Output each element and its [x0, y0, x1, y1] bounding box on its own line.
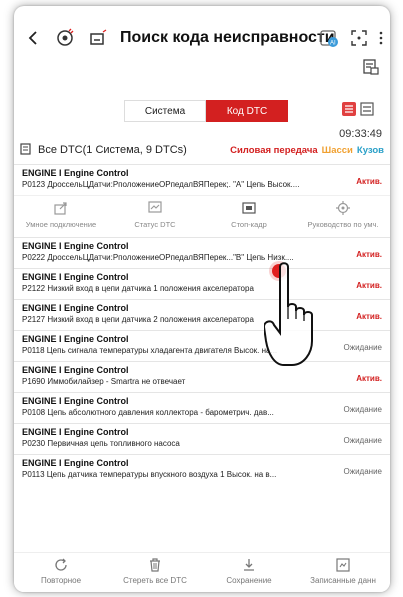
dtc-status: Актив.	[356, 177, 382, 186]
save-button[interactable]: Сохранение	[209, 553, 289, 592]
dtc-status: Ожидание	[343, 405, 383, 414]
clear-dtc-button[interactable]: Стереть все DTC	[115, 553, 195, 592]
category-powertrain[interactable]: Силовая передача	[230, 145, 318, 156]
refresh-icon	[55, 558, 67, 571]
header: Поиск кода неисправности AI	[14, 6, 390, 75]
freeze-frame-button[interactable]: Стоп-кадр	[209, 196, 289, 237]
dtc-count-label: Все DTC(1 Система, 9 DTCs)	[38, 144, 187, 156]
share-icon	[54, 202, 67, 215]
smart-connect-button[interactable]: Умное подключение	[21, 196, 101, 237]
dtc-status: Актив.	[356, 374, 382, 383]
tab-dtc-code[interactable]: Код DTC	[206, 100, 288, 122]
category-body[interactable]: Кузов	[357, 145, 384, 156]
dtc-status: Ожидание	[343, 467, 383, 476]
back-icon[interactable]	[22, 27, 44, 49]
record-icon	[336, 558, 350, 572]
list-view-icon[interactable]	[342, 102, 356, 116]
manual-button[interactable]: Руководство по умч.	[303, 196, 383, 237]
row-action-bar: Умное подключение Статус DTC Стоп-кадр Р…	[14, 195, 390, 237]
category-filters: Силовая передача Шасси Кузов	[230, 145, 384, 156]
rescan-button[interactable]: Повторное	[21, 553, 101, 592]
freeze-frame-icon	[242, 202, 256, 214]
dtc-module: ENGINE I Engine Control	[22, 168, 129, 178]
view-tabs: Система Код DTC	[124, 100, 288, 122]
trash-icon	[150, 558, 160, 572]
timestamp: 09:33:49	[339, 128, 382, 140]
dtc-status: Актив.	[356, 250, 382, 259]
page-title: Поиск кода неисправности	[120, 29, 335, 46]
dtc-module: ENGINE I Engine Control	[22, 396, 129, 406]
dtc-status-button[interactable]: Статус DTC	[115, 196, 195, 237]
dtc-summary: Все DTC(1 Система, 9 DTCs) Силовая перед…	[20, 142, 384, 158]
dtc-description: P0108 Цепь абсолютного давления коллекто…	[22, 408, 274, 417]
dtc-description: P0123 ДроссельЦДатчи:РположениеОРпедалВЯ…	[22, 180, 300, 189]
vci-icon[interactable]	[54, 27, 76, 49]
dtc-row[interactable]: ENGINE I Engine Control P0230 Первичная …	[14, 423, 390, 454]
scan-frame-icon[interactable]	[348, 27, 370, 49]
pointing-hand-icon	[264, 262, 313, 366]
dtc-row[interactable]: ENGINE I Engine Control P0123 ДроссельЦД…	[14, 164, 390, 195]
dtc-status: Ожидание	[343, 436, 383, 445]
gear-icon	[336, 201, 350, 215]
dtc-status-icon	[148, 201, 162, 213]
dtc-row[interactable]: ENGINE I Engine Control P0108 Цепь абсол…	[14, 392, 390, 423]
app-window: Поиск кода неисправности AI Система Код …	[14, 6, 390, 592]
dtc-module: ENGINE I Engine Control	[22, 458, 129, 468]
dtc-description: P1690 Иммобилайзер - Smartra не отвечает	[22, 377, 186, 386]
bottom-toolbar: Повторное Стереть все DTC Сохранение Зап…	[14, 552, 390, 592]
dtc-description: P0113 Цепь датчика температуры впускного…	[22, 470, 277, 479]
recorded-data-button[interactable]: Записанные данн	[303, 553, 383, 592]
dtc-status: Актив.	[356, 281, 382, 290]
download-icon	[244, 559, 254, 571]
dtc-row[interactable]: ENGINE I Engine Control P0113 Цепь датчи…	[14, 454, 390, 485]
dtc-status: Актив.	[356, 312, 382, 321]
grid-view-icon[interactable]	[360, 102, 374, 116]
svg-text:AI: AI	[330, 41, 336, 47]
dtc-module: ENGINE I Engine Control	[22, 241, 129, 251]
tab-system[interactable]: Система	[124, 100, 206, 122]
category-chassis[interactable]: Шасси	[322, 145, 353, 156]
view-toggle	[342, 102, 374, 116]
dtc-status: Ожидание	[343, 343, 383, 352]
more-icon[interactable]	[370, 27, 390, 49]
report-icon[interactable]	[362, 58, 380, 76]
dtc-description: P0230 Первичная цепь топливного насоса	[22, 439, 180, 448]
dtc-module: ENGINE I Engine Control	[22, 427, 129, 437]
ai-icon[interactable]: AI	[318, 27, 340, 49]
car-icon[interactable]	[88, 27, 110, 49]
filter-icon[interactable]	[20, 142, 32, 158]
